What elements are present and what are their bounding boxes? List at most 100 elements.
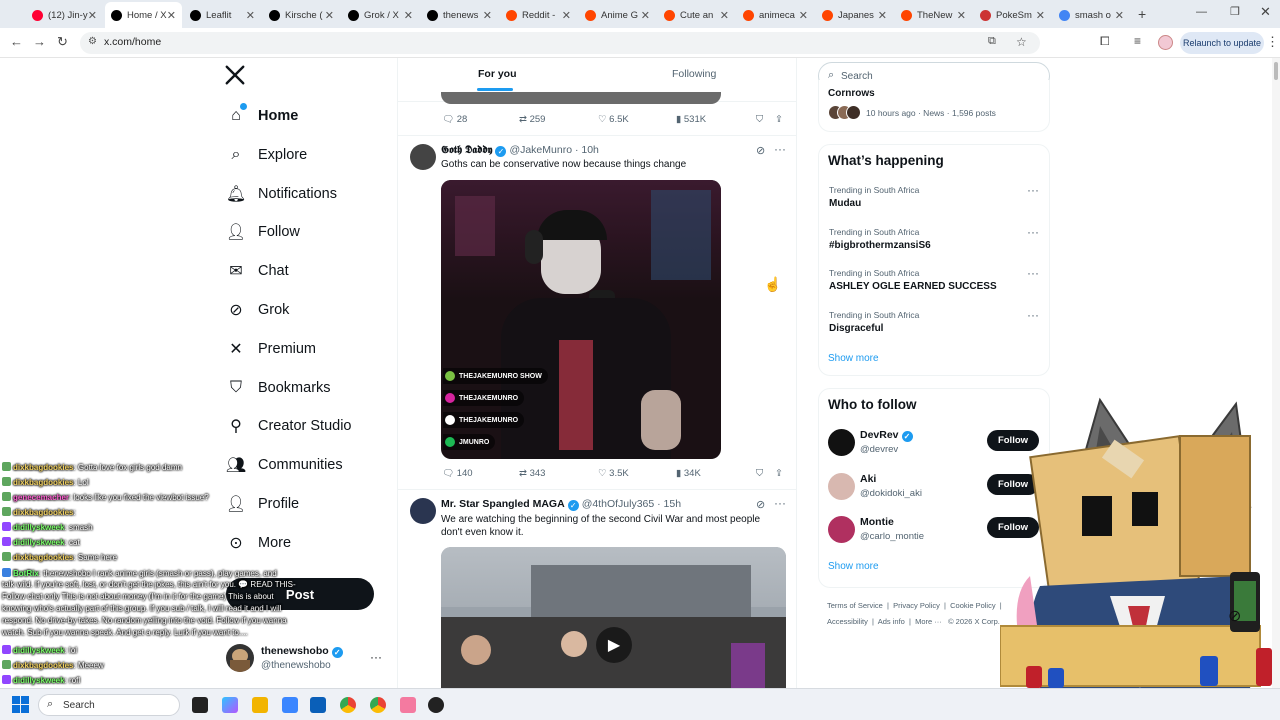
tab-close-icon[interactable]: ✕: [246, 9, 255, 22]
windows-start-icon[interactable]: [12, 696, 30, 714]
tab-close-icon[interactable]: ✕: [88, 9, 97, 22]
share-icon[interactable]: ⇪: [775, 468, 783, 479]
close-window-button[interactable]: ✕: [1260, 4, 1271, 20]
trend-more-icon[interactable]: ···: [1027, 266, 1039, 280]
account-name[interactable]: thenewshobo ✓: [261, 645, 346, 658]
post-image[interactable]: THEJAKEMUNRO SHOW THEJAKEMUNRO THEJAKEMUNR…: [441, 180, 721, 459]
account-more-icon[interactable]: ···: [370, 650, 382, 664]
suggestion-avatar[interactable]: [828, 516, 855, 543]
browser-tab[interactable]: Grok / X ✕: [342, 4, 419, 26]
grok-icon[interactable]: ⊘: [756, 498, 765, 511]
browser-tab[interactable]: Cute an ✕: [658, 4, 735, 26]
post-author-handle[interactable]: @JakeMunro: [509, 144, 572, 156]
store-icon[interactable]: [282, 697, 298, 713]
copilot-icon[interactable]: [222, 697, 238, 713]
browser-tab[interactable]: Kirsche (✕: [263, 4, 340, 26]
play-icon[interactable]: ▶: [596, 627, 632, 663]
share-icon[interactable]: ⇪: [775, 114, 783, 125]
tab-close-icon[interactable]: ✕: [720, 9, 729, 22]
tab-close-icon[interactable]: ✕: [325, 9, 334, 22]
top-story-card[interactable]: Cornrows 10 hours ago · News · 1,596 pos…: [818, 80, 1050, 132]
suggestion-name[interactable]: Montie: [860, 516, 894, 528]
install-app-icon[interactable]: ⧉: [988, 35, 996, 48]
browser-tab[interactable]: PokeSm ✕: [974, 4, 1051, 26]
suggestion-name[interactable]: Aki: [860, 473, 876, 485]
browser-tab[interactable]: thenews ✕: [421, 4, 498, 26]
post-author-avatar[interactable]: [410, 144, 436, 170]
reload-icon[interactable]: ↻: [57, 34, 68, 50]
site-info-icon[interactable]: ⚙: [88, 36, 97, 47]
x-logo-icon[interactable]: [224, 64, 248, 88]
sidebar-item-bookmarks[interactable]: ⛉ Bookmarks: [226, 373, 331, 403]
extensions-icon[interactable]: ⧠: [1100, 34, 1110, 49]
grok-icon[interactable]: ⊘: [756, 144, 765, 157]
taskbar-search[interactable]: ⌕ Search: [38, 694, 180, 716]
file-explorer-icon[interactable]: [252, 697, 268, 713]
sidebar-item-follow[interactable]: 👤︎ Follow: [226, 217, 300, 247]
bookmark-icon[interactable]: ⛉: [756, 114, 763, 125]
trend-item[interactable]: Trending in South Africa Disgraceful ···: [819, 308, 1049, 348]
tab-following[interactable]: Following: [672, 68, 716, 80]
views-button[interactable]: ▮ 34K: [676, 468, 701, 479]
app-icon[interactable]: [400, 697, 416, 713]
tab-close-icon[interactable]: ✕: [878, 9, 887, 22]
like-button[interactable]: ♡ 3.5K: [598, 468, 629, 479]
browser-tab[interactable]: Home / X ✕: [105, 2, 182, 28]
relaunch-to-update-button[interactable]: Relaunch to update: [1180, 32, 1264, 54]
back-arrow-icon[interactable]: ←: [10, 34, 23, 49]
previous-post-media[interactable]: [441, 92, 721, 104]
tab-close-icon[interactable]: ✕: [799, 9, 808, 22]
repost-button[interactable]: ⇄ 259: [519, 114, 545, 125]
browser-tab[interactable]: TheNew ✕: [895, 4, 972, 26]
trend-more-icon[interactable]: ···: [1027, 183, 1039, 197]
ads-info-link[interactable]: Ads info: [878, 617, 905, 626]
sidebar-item-creator-studio[interactable]: ⚲ Creator Studio: [226, 411, 351, 441]
sidebar-item-notifications[interactable]: 🔔︎ Notifications: [226, 179, 337, 209]
browser-tab[interactable]: Leaflit ✕: [184, 4, 261, 26]
tab-for-you[interactable]: For you: [478, 68, 517, 80]
sidebar-item-more[interactable]: ⊙ More: [226, 528, 291, 558]
trend-more-icon[interactable]: ···: [1027, 308, 1039, 322]
repost-button[interactable]: ⇄ 343: [519, 468, 545, 479]
sidebar-item-communities[interactable]: 👥︎ Communities: [226, 450, 343, 480]
tab-close-icon[interactable]: ✕: [957, 9, 966, 22]
browser-tab[interactable]: Japanes ✕: [816, 4, 893, 26]
post-time[interactable]: · 15h: [657, 498, 681, 510]
tab-close-icon[interactable]: ✕: [562, 9, 571, 22]
post-author-handle[interactable]: @4thOfJuly365: [582, 498, 655, 510]
post-more-icon[interactable]: ···: [774, 496, 786, 510]
sidebar-item-home[interactable]: ⌂ Home: [226, 101, 298, 131]
chrome-active-icon[interactable]: [370, 697, 386, 713]
tab-close-icon[interactable]: ✕: [1115, 9, 1124, 22]
bookmark-star-icon[interactable]: ☆: [1016, 35, 1027, 49]
reply-button[interactable]: 🗨 28: [442, 114, 467, 125]
scrollbar-thumb[interactable]: [1274, 62, 1278, 80]
trend-item[interactable]: Trending in South Africa #bigbrothermzans…: [819, 225, 1049, 265]
new-tab-button[interactable]: +: [1138, 6, 1146, 22]
terms-link[interactable]: Terms of Service: [827, 601, 883, 610]
suggestion-avatar[interactable]: [828, 472, 855, 500]
tab-close-icon[interactable]: ✕: [641, 9, 650, 22]
suggestion-avatar[interactable]: [828, 429, 855, 456]
more-link[interactable]: More ···: [915, 617, 942, 626]
address-bar[interactable]: ⚙ x.com/home ☆ ⧉: [80, 32, 1040, 54]
post-video[interactable]: ▶: [441, 547, 786, 688]
browser-menu-icon[interactable]: ⋮: [1266, 34, 1279, 50]
task-view-icon[interactable]: [192, 697, 208, 713]
post-author-name[interactable]: 𝕲𝖔𝖙𝖍 𝕯𝖆𝖉𝖉𝖞: [441, 144, 492, 156]
post-time[interactable]: · 10h: [575, 144, 599, 156]
profile-avatar-icon[interactable]: [1158, 35, 1173, 50]
minimize-button[interactable]: —: [1196, 6, 1207, 18]
suggestion-name[interactable]: DevRev ✓: [860, 429, 916, 442]
like-button[interactable]: ♡ 6.5K: [598, 114, 629, 125]
tab-close-icon[interactable]: ✕: [483, 9, 492, 22]
browser-tab[interactable]: (12) Jin-y ✕: [26, 4, 103, 26]
trend-item[interactable]: Trending in South Africa ASHLEY OGLE EARN…: [819, 266, 1049, 306]
show-more-link[interactable]: Show more: [828, 561, 879, 572]
browser-tab[interactable]: animeca ✕: [737, 4, 814, 26]
browser-tab[interactable]: Anime G ✕: [579, 4, 656, 26]
sidebar-item-grok[interactable]: ⊘ Grok: [226, 295, 289, 325]
outlook-icon[interactable]: [310, 697, 326, 713]
privacy-link[interactable]: Privacy Policy: [893, 601, 940, 610]
accessibility-link[interactable]: Accessibility: [827, 617, 868, 626]
